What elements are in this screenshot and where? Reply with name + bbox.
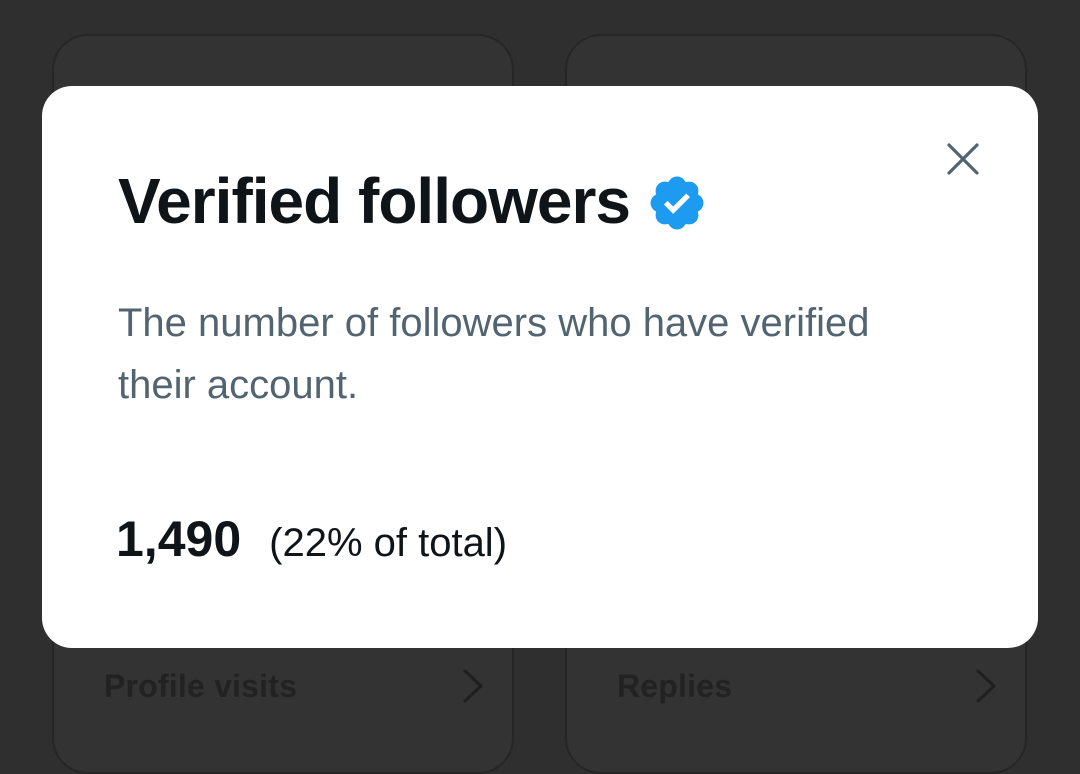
stat-value: 1,490 <box>116 511 242 567</box>
replies-label: Replies <box>617 667 733 704</box>
dialog-header: Verified followers <box>118 164 708 238</box>
close-button[interactable] <box>942 138 984 180</box>
verified-badge-icon <box>650 176 704 230</box>
replies-row[interactable]: Replies <box>567 656 1025 716</box>
close-icon <box>947 143 979 175</box>
chevron-right-icon <box>463 669 483 703</box>
dialog-description: The number of followers who have verifie… <box>118 301 870 407</box>
verified-followers-dialog: Verified followers The number of followe… <box>42 86 1038 648</box>
dialog-title: Verified followers <box>118 165 631 237</box>
verified-followers-stat: 1,490 (22% of total) <box>116 510 507 568</box>
chevron-right-icon <box>976 669 996 703</box>
profile-visits-row[interactable]: Profile visits <box>54 656 512 716</box>
stat-percentage: (22% of total) <box>269 521 508 565</box>
profile-visits-label: Profile visits <box>104 667 298 704</box>
